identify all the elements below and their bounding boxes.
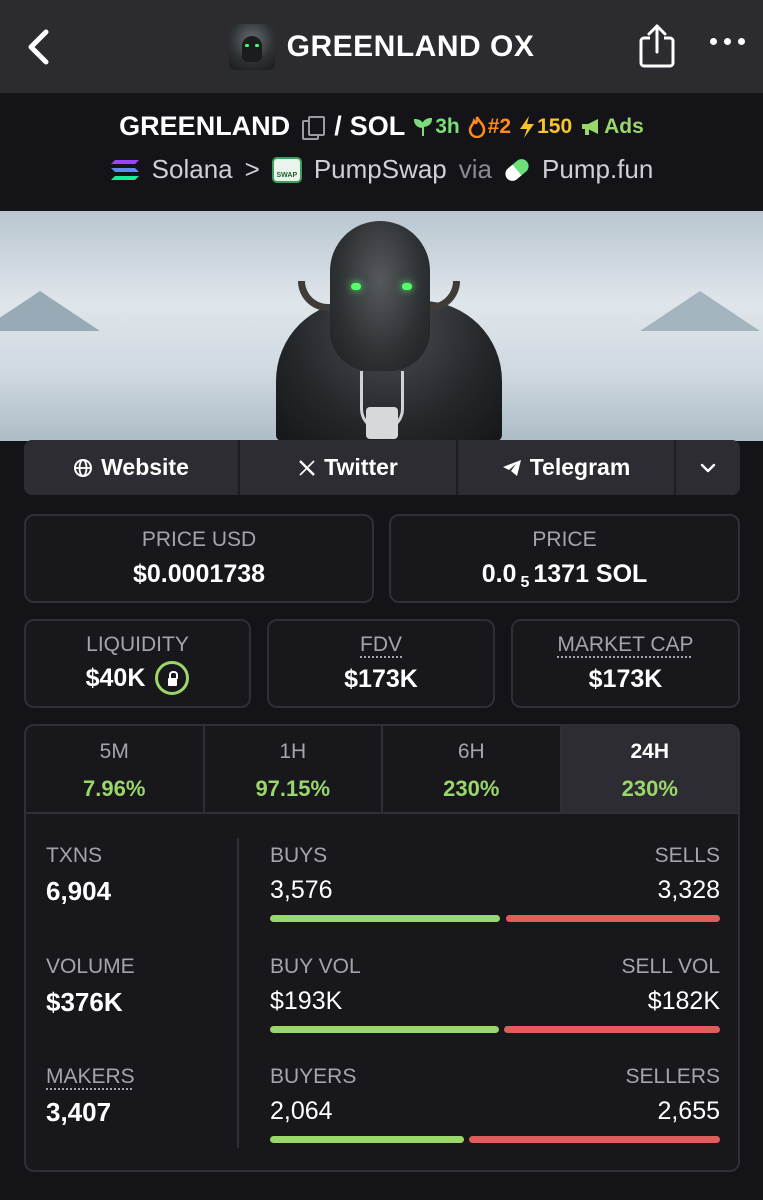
volume-label: VOLUME <box>46 955 135 978</box>
globe-icon <box>74 458 93 477</box>
makers-label: MAKERS <box>46 1065 135 1088</box>
pumpfun-logo-icon <box>502 155 532 184</box>
buys-value: 3,576 <box>270 876 333 904</box>
tab-1h[interactable]: 1H 97.15% <box>205 726 383 812</box>
token-title: GREENLAND OX <box>228 23 535 70</box>
buyvol-sellvol-split: BUY VOL SELL VOL $193K $182K <box>270 955 720 1033</box>
ads-badge[interactable]: Ads <box>580 115 644 139</box>
sellers-fill <box>469 1136 720 1143</box>
buyers-value: 2,064 <box>270 1097 333 1125</box>
buyers-fill <box>270 1136 464 1143</box>
volume-metric: VOLUME $376K <box>46 955 135 1018</box>
sellers-label: SELLERS <box>625 1065 720 1088</box>
liquidity-card: LIQUIDITY $40K <box>24 619 251 708</box>
sell-vol-value: $182K <box>647 987 720 1015</box>
buys-sells-bar <box>270 915 720 922</box>
tab-24h[interactable]: 24H 230% <box>561 726 738 812</box>
dex-name[interactable]: PumpSwap <box>314 154 447 185</box>
sellers-value: 2,655 <box>657 1097 720 1125</box>
buyers-sellers-split: BUYERS SELLERS 2,064 2,655 <box>270 1065 720 1143</box>
tab-5m[interactable]: 5M 7.96% <box>26 726 205 812</box>
launchpad-name[interactable]: Pump.fun <box>542 154 653 185</box>
fdv-value: $173K <box>344 665 418 693</box>
buyvol-sellvol-bar <box>270 1026 720 1033</box>
telegram-icon <box>502 459 521 476</box>
price-native-prefix: 0.0 <box>481 560 517 588</box>
volume-value: $376K <box>46 987 123 1017</box>
stats-panel: 5M 7.96% 1H 97.15% 6H 230% 24H 230% TXNS… <box>24 724 740 1172</box>
chain-name[interactable]: Solana <box>152 154 233 185</box>
price-native-label: PRICE <box>532 528 597 551</box>
market-cap-label: MARKET CAP <box>557 633 694 656</box>
age-badge: 3h <box>413 115 460 139</box>
tab-6h[interactable]: 6H 230% <box>383 726 562 812</box>
sprout-icon <box>414 117 433 136</box>
social-links-bar: Website Twitter Telegram <box>24 440 740 495</box>
token-banner-image <box>0 211 763 441</box>
txns-label: TXNS <box>46 844 103 867</box>
txns-value: 6,904 <box>46 876 112 906</box>
route-arrow: > <box>244 154 260 184</box>
market-cap-value: $173K <box>588 665 663 693</box>
price-usd-card: PRICE USD $0.0001738 <box>24 514 374 603</box>
sell-vol-fill <box>504 1026 720 1033</box>
buy-vol-fill <box>270 1026 500 1033</box>
sells-label: SELLS <box>654 844 720 867</box>
lightning-icon <box>520 115 535 138</box>
makers-metric[interactable]: MAKERS 3,407 <box>46 1065 135 1128</box>
share-icon[interactable] <box>637 22 677 70</box>
chevron-left-icon[interactable] <box>24 28 54 66</box>
chevron-down-icon <box>700 463 716 472</box>
solana-logo-icon <box>110 159 139 180</box>
buys-sells-split: BUYS SELLS 3,576 3,328 <box>270 844 720 922</box>
buys-label: BUYS <box>270 844 328 867</box>
price-native-zero-count: 5 <box>520 573 530 591</box>
liquidity-value: $40K <box>85 663 146 692</box>
megaphone-icon <box>582 118 599 135</box>
more-links-button[interactable] <box>676 440 740 495</box>
token-avatar <box>228 23 275 70</box>
buy-vol-label: BUY VOL <box>270 955 361 978</box>
sell-fill <box>505 915 720 922</box>
pair-base-symbol: GREENLAND <box>119 111 291 141</box>
x-logo-icon <box>299 459 316 476</box>
page-title: GREENLAND OX <box>286 29 535 63</box>
via-label: via <box>458 154 493 184</box>
price-native-card: PRICE 0.0 5 1371 SOL <box>389 514 740 603</box>
buyers-label: BUYERS <box>270 1065 357 1088</box>
stats-divider <box>237 838 239 1148</box>
makers-value: 3,407 <box>46 1097 112 1127</box>
copy-icon[interactable] <box>302 115 326 140</box>
pair-header: GREENLAND / SOL 3h #2 150 Ads Solana > S… <box>0 93 763 211</box>
price-usd-label: PRICE USD <box>141 528 257 551</box>
pumpswap-logo-icon: SWAP <box>271 156 302 183</box>
market-cap-card[interactable]: MARKET CAP $173K <box>511 619 740 708</box>
timeframe-tabs: 5M 7.96% 1H 97.15% 6H 230% 24H 230% <box>26 726 738 814</box>
rank-badge: #2 <box>468 115 511 139</box>
liquidity-label: LIQUIDITY <box>86 633 189 656</box>
lock-icon[interactable] <box>155 661 190 695</box>
more-icon[interactable] <box>710 38 745 45</box>
telegram-link[interactable]: Telegram <box>458 440 676 495</box>
fdv-card[interactable]: FDV $173K <box>267 619 495 708</box>
fdv-label: FDV <box>360 633 402 656</box>
twitter-link[interactable]: Twitter <box>240 440 458 495</box>
buyers-sellers-bar <box>270 1136 720 1143</box>
buy-fill <box>270 915 501 922</box>
top-nav-bar: GREENLAND OX <box>0 0 763 93</box>
sells-value: 3,328 <box>657 876 720 904</box>
txns-metric: TXNS 6,904 <box>46 844 111 907</box>
flame-icon <box>468 115 485 138</box>
sell-vol-label: SELL VOL <box>621 955 720 978</box>
boost-badge[interactable]: 150 <box>519 115 572 139</box>
pair-quote-symbol: SOL <box>349 111 406 141</box>
price-usd-value: $0.0001738 <box>132 560 266 588</box>
buy-vol-value: $193K <box>270 987 343 1015</box>
price-native-value: 1371 SOL <box>533 560 648 588</box>
website-link[interactable]: Website <box>24 440 240 495</box>
pair-separator: / <box>334 111 342 141</box>
